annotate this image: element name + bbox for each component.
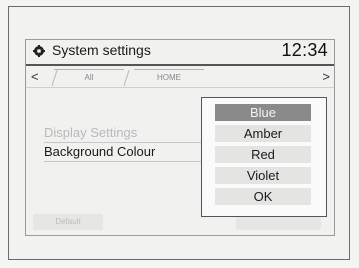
tab-bar: < All HOME > (26, 67, 334, 87)
menu-item-background-colour[interactable]: Background Colour (44, 144, 155, 159)
tab-divider (26, 87, 334, 88)
menu-divider (44, 142, 204, 143)
tab-scroll-left-icon[interactable]: < (31, 69, 39, 84)
ok-button[interactable]: OK (215, 188, 311, 205)
tab-edge (123, 70, 130, 86)
clock: 12:34 (281, 40, 328, 60)
settings-screen: System settings 12:34 < All HOME > Displ… (25, 39, 335, 236)
option-blue[interactable]: Blue (215, 104, 311, 121)
option-violet[interactable]: Violet (215, 167, 311, 184)
menu-divider (44, 161, 204, 162)
tab-all[interactable]: All (54, 69, 124, 86)
tab-home[interactable]: HOME (134, 69, 204, 86)
page-title: System settings (52, 42, 151, 58)
option-amber[interactable]: Amber (215, 125, 311, 142)
option-red[interactable]: Red (215, 146, 311, 163)
default-button[interactable]: Default (33, 214, 103, 230)
title-bar: System settings 12:34 (26, 40, 334, 64)
title-divider (26, 64, 334, 66)
menu-item-display-settings[interactable]: Display Settings (44, 125, 137, 140)
tab-scroll-right-icon[interactable]: > (322, 69, 330, 84)
colour-popup: Blue Amber Red Violet OK (201, 97, 327, 217)
gear-icon (33, 45, 45, 57)
